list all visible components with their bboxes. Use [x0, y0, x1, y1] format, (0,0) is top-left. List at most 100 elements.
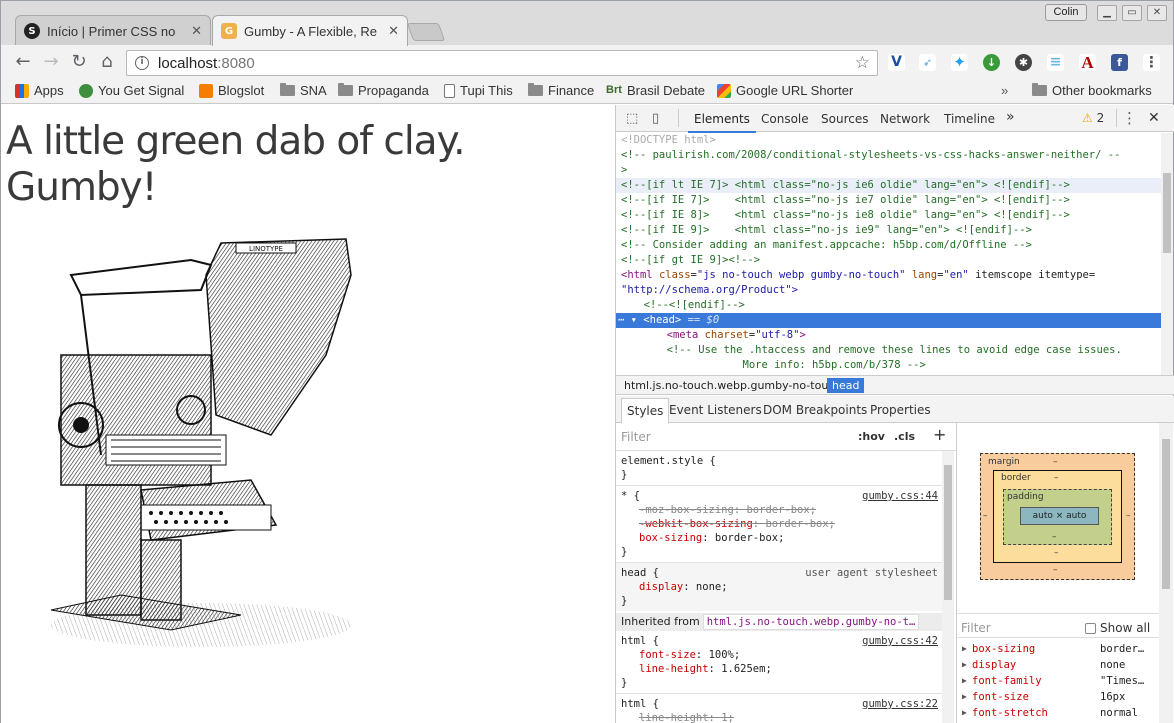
tab-network[interactable]: Network	[880, 112, 930, 126]
inherited-element-link[interactable]: html.js.no-touch.webp.gumby-no-t…	[702, 614, 920, 630]
extension-lines-icon[interactable]: ≡	[1047, 54, 1064, 71]
tab-timeline[interactable]: Timeline	[944, 112, 995, 126]
tab-properties[interactable]: Properties	[870, 403, 931, 417]
bookmark-other[interactable]: Other bookmarks	[1032, 83, 1152, 98]
dom-node-line[interactable]: <meta charset="utf-8">	[616, 328, 1161, 343]
element-style-selector[interactable]: element.style {	[621, 454, 716, 468]
dom-node-line[interactable]: <!DOCTYPE html>	[616, 133, 1161, 148]
tab-dom-breakpoints[interactable]: DOM Breakpoints	[763, 403, 867, 417]
styles-scrollbar[interactable]	[942, 451, 954, 723]
computed-property-row[interactable]: ▶ font-stretch normal	[957, 705, 1159, 721]
info-icon[interactable]: i	[135, 56, 149, 70]
box-model-margin[interactable]: margin – – – – border – – padding – auto…	[980, 453, 1135, 580]
address-bar[interactable]: i localhost:8080 ☆	[126, 50, 878, 76]
expand-triangle-icon[interactable]: ▶	[962, 657, 967, 673]
extension-bird-icon[interactable]: ➶	[919, 54, 936, 71]
checkbox-icon[interactable]	[1085, 622, 1096, 634]
more-tabs-chevron-icon[interactable]: »	[1006, 109, 1015, 125]
box-model-border[interactable]: border – – padding – auto × auto	[993, 470, 1122, 563]
bookmark-apps[interactable]: Apps	[15, 83, 64, 98]
tab-event-listeners[interactable]: Event Listeners	[669, 403, 762, 417]
dom-node-line[interactable]: <!-- paulirish.com/2008/conditional-styl…	[616, 148, 1161, 163]
dom-node-line[interactable]: >	[616, 163, 1161, 178]
bookmark-finance[interactable]: Finance	[528, 83, 594, 98]
more-bookmarks-chevron-icon[interactable]: »	[1001, 83, 1008, 98]
maximize-icon[interactable]: ▭	[1122, 5, 1142, 21]
dom-node-line[interactable]: <!--[if gt IE 9]><!-->	[616, 253, 1161, 268]
devtools-menu-icon[interactable]: ⋮	[1122, 109, 1137, 127]
new-tab-button[interactable]	[406, 23, 446, 41]
rule-selector[interactable]: * {	[621, 489, 640, 503]
rule-selector[interactable]: head {	[621, 566, 659, 580]
box-model-padding[interactable]: padding – auto × auto	[1003, 489, 1112, 545]
breadcrumb-head[interactable]: head	[827, 378, 865, 393]
rule-source-link[interactable]: gumby.css:22	[862, 697, 938, 711]
css-declaration[interactable]: box-sizing: border-box;	[639, 531, 784, 545]
rule-selector[interactable]: html {	[621, 697, 659, 711]
scrollbar-thumb[interactable]	[1162, 439, 1170, 589]
close-devtools-icon[interactable]: ✕	[1148, 110, 1160, 126]
new-rule-plus-icon[interactable]: +	[933, 425, 946, 444]
dom-node-line[interactable]: <!--[if IE 9]> <html class="no-js ie9" l…	[616, 223, 1161, 238]
bookmark-brasil-debate[interactable]: Brt Brasil Debate	[606, 83, 705, 98]
minimize-icon[interactable]: ▁	[1097, 5, 1117, 21]
profile-button[interactable]: Colin	[1045, 4, 1087, 21]
tab-gumby[interactable]: G Gumby - A Flexible, Re ✕	[212, 15, 408, 46]
inspect-element-icon[interactable]: ⬚	[626, 111, 638, 126]
scrollbar-thumb[interactable]	[944, 465, 952, 600]
dom-scrollbar[interactable]	[1161, 133, 1173, 375]
styles-filter-input[interactable]: Filter	[621, 430, 651, 444]
dom-node-line[interactable]: ⋯ ▾ <head> == $0	[616, 313, 1161, 328]
css-declaration[interactable]: line-height: 1.625em;	[639, 662, 772, 676]
bookmark-blogslot[interactable]: Blogslot	[199, 83, 264, 98]
bookmark-sna[interactable]: SNA	[280, 83, 327, 98]
extension-a-icon[interactable]: A	[1079, 54, 1096, 71]
twitter-icon[interactable]: ✦	[951, 54, 968, 71]
expand-triangle-icon[interactable]: ▶	[962, 673, 967, 689]
dom-node-line[interactable]: <!-- Consider adding an manifest.appcach…	[616, 238, 1161, 253]
bookmark-star-icon[interactable]: ☆	[855, 53, 870, 73]
rule-source-link[interactable]: gumby.css:42	[862, 634, 938, 648]
close-tab-icon[interactable]: ✕	[191, 24, 202, 39]
extension-gear-icon[interactable]: ✱	[1015, 54, 1032, 71]
expand-triangle-icon[interactable]: ▶	[962, 641, 967, 657]
show-all-checkbox[interactable]: Show all	[1085, 621, 1150, 635]
menu-icon[interactable]: ⋮	[1143, 54, 1160, 71]
dom-node-line[interactable]: More info: h5bp.com/b/378 -->	[616, 358, 1161, 373]
close-window-icon[interactable]: ✕	[1147, 5, 1167, 21]
bookmark-tupi-this[interactable]: Tupi This	[444, 83, 513, 98]
hov-toggle[interactable]: :hov	[858, 430, 885, 443]
box-model-content[interactable]: auto × auto	[1020, 507, 1099, 525]
reload-icon[interactable]: ↻	[69, 52, 89, 72]
dom-node-line[interactable]: <!--[if IE 8]> <html class="no-js ie8 ol…	[616, 208, 1161, 223]
css-declaration[interactable]: line-height: 1;	[639, 711, 734, 723]
download-extension-icon[interactable]: ↓	[983, 54, 1000, 71]
dom-tree[interactable]: <!DOCTYPE html> <!-- paulirish.com/2008/c…	[616, 133, 1161, 375]
dom-node-line[interactable]: <html class="js no-touch webp gumby-no-t…	[616, 268, 1161, 283]
bookmark-you-get-signal[interactable]: You Get Signal	[79, 83, 184, 98]
bookmark-google-url-shortener[interactable]: Google URL Shorter	[717, 83, 853, 98]
tab-styles[interactable]: Styles	[621, 398, 670, 424]
cls-toggle[interactable]: .cls	[894, 430, 915, 443]
tab-primer[interactable]: S Início | Primer CSS no ✕	[15, 15, 211, 46]
computed-property-row[interactable]: ▶ display none	[957, 657, 1159, 673]
computed-property-row[interactable]: ▶ font-size 16px	[957, 689, 1159, 705]
tab-sources[interactable]: Sources	[821, 112, 868, 126]
scrollbar-thumb[interactable]	[1163, 173, 1171, 253]
expand-triangle-icon[interactable]: ▶	[962, 689, 967, 705]
forward-icon[interactable]: →	[41, 52, 61, 72]
dom-node-line[interactable]: <!-- Use the .htaccess and remove these …	[616, 343, 1161, 358]
dom-node-line[interactable]: <!--[if lt IE 7]> <html class="no-js ie6…	[616, 178, 1161, 193]
computed-filter-input[interactable]: Filter	[961, 621, 991, 635]
rule-selector[interactable]: html {	[621, 634, 659, 648]
computed-property-row[interactable]: ▶ font-family "Times…	[957, 673, 1159, 689]
extension-v-icon[interactable]: V	[888, 54, 905, 71]
home-icon[interactable]: ⌂	[97, 52, 117, 72]
breadcrumb-html[interactable]: html.js.no-touch.webp.gumby-no-touch	[619, 378, 846, 393]
expand-triangle-icon[interactable]: ▶	[962, 705, 967, 721]
css-declaration[interactable]: display: none;	[639, 580, 728, 594]
back-icon[interactable]: ←	[13, 52, 33, 72]
warnings-badge[interactable]: ⚠ 2	[1082, 111, 1104, 125]
computed-property-row[interactable]: ▶ box-sizing border…	[957, 641, 1159, 657]
bookmark-propaganda[interactable]: Propaganda	[338, 83, 429, 98]
